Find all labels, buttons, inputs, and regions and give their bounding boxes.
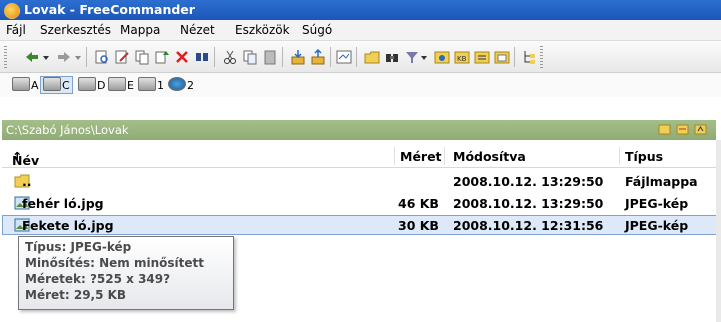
file-modified: 2008.10.12. 12:31:56 — [453, 218, 604, 233]
paste-icon[interactable] — [242, 49, 258, 65]
toolbar-separator — [356, 47, 357, 67]
column-header-size[interactable]: Méret — [400, 149, 442, 164]
file-row-parent[interactable]: .. 2008.10.12. 13:29:50 Fájlmappa — [2, 171, 716, 191]
ftp-drive-icon — [168, 77, 186, 91]
file-type: JPEG-kép — [625, 218, 689, 233]
file-name: .. — [22, 174, 32, 189]
forward-arrow-icon[interactable] — [56, 49, 72, 65]
favorite-folders-icon[interactable] — [658, 123, 671, 135]
toolbar-grip[interactable] — [540, 46, 543, 68]
edit-icon[interactable] — [114, 49, 130, 65]
hard-drive-icon — [43, 77, 61, 91]
menu-item-tools[interactable]: Eszközök — [235, 23, 290, 37]
unpack-icon[interactable] — [310, 49, 326, 65]
new-folder-icon[interactable] — [364, 49, 380, 65]
drive-button-network-1[interactable]: 1 — [138, 77, 164, 93]
toolbar-separator — [86, 47, 87, 67]
search-icon[interactable] — [384, 49, 400, 65]
compare-icon[interactable] — [336, 49, 352, 65]
file-list-header: Név ↑ Méret Módosítva Típus — [2, 145, 716, 168]
menu-item-folder[interactable]: Mappa — [120, 23, 160, 37]
move-icon[interactable] — [154, 49, 170, 65]
tree-icon[interactable] — [522, 49, 538, 65]
forward-dropdown-icon[interactable] — [74, 49, 82, 65]
tooltip-size: Méret: 29,5 KB — [25, 288, 127, 302]
file-type: JPEG-kép — [625, 196, 689, 211]
delete-icon[interactable] — [174, 49, 190, 65]
folder-size-icon[interactable] — [434, 49, 450, 65]
properties-icon[interactable] — [474, 49, 490, 65]
menu-bar: Fájl Szerkesztés Mappa Nézet Eszközök Sú… — [0, 20, 721, 41]
panel-splitter[interactable] — [716, 140, 721, 322]
view-icon[interactable] — [94, 49, 110, 65]
print-icon[interactable] — [494, 49, 510, 65]
removable-drive-icon — [108, 77, 126, 91]
drive-bar: A C D E 1 2 — [0, 73, 721, 97]
clipboard-icon[interactable] — [262, 49, 278, 65]
drive-button-c[interactable]: C — [40, 76, 73, 94]
column-header-type[interactable]: Típus — [625, 149, 663, 164]
menu-item-help[interactable]: Súgó — [302, 23, 332, 37]
drive-button-a[interactable]: A — [12, 77, 39, 93]
file-name: fehér ló.jpg — [22, 196, 104, 211]
tooltip-type: Típus: JPEG-kép — [25, 240, 132, 254]
kb-icon[interactable]: KB — [454, 49, 470, 65]
drive-button-e[interactable]: E — [108, 77, 134, 93]
svg-text:KB: KB — [457, 55, 467, 63]
column-divider[interactable] — [394, 147, 395, 165]
cut-icon[interactable] — [222, 49, 238, 65]
toolbar-separator — [330, 47, 331, 67]
menu-item-edit[interactable]: Szerkesztés — [40, 23, 111, 37]
file-info-tooltip: Típus: JPEG-kép Minősítés: Nem minősítet… — [18, 236, 234, 310]
file-row[interactable]: fehér ló.jpg 46 KB 2008.10.12. 13:29:50 … — [2, 193, 716, 213]
file-row-selected[interactable]: Fekete ló.jpg 30 KB 2008.10.12. 12:31:56… — [2, 215, 718, 235]
column-divider[interactable] — [619, 147, 620, 165]
toolbar-separator — [514, 47, 515, 67]
column-divider[interactable] — [444, 147, 445, 165]
file-size: 30 KB — [398, 218, 439, 233]
dropdown-icon[interactable] — [420, 49, 428, 65]
find-icon[interactable] — [194, 49, 210, 65]
menu-item-file[interactable]: Fájl — [6, 23, 26, 37]
tooltip-rating: Minősítés: Nem minősített — [25, 256, 204, 270]
current-path[interactable]: C:\Szabó János\Lovak — [6, 123, 129, 137]
title-bar: Lovak - FreeCommander — [0, 0, 721, 20]
file-size: 46 KB — [398, 196, 439, 211]
column-header-name[interactable]: Név ↑ — [12, 149, 39, 168]
back-dropdown-icon[interactable] — [42, 49, 50, 65]
drive-button-d[interactable]: D — [78, 77, 105, 93]
file-modified: 2008.10.12. 13:29:50 — [453, 174, 604, 189]
tooltip-dimensions: Méretek: ?525 x 349? — [25, 272, 171, 286]
floppy-drive-icon — [12, 77, 30, 91]
history-icon[interactable] — [676, 123, 689, 135]
filter-icon[interactable] — [404, 49, 420, 65]
file-modified: 2008.10.12. 13:29:50 — [453, 196, 604, 211]
toolbar-separator — [214, 47, 215, 67]
network-drive-icon — [138, 77, 156, 91]
column-header-modified[interactable]: Módosítva — [453, 149, 526, 164]
back-arrow-icon[interactable] — [24, 49, 40, 65]
menu-item-view[interactable]: Nézet — [180, 23, 215, 37]
toolbar: KB — [0, 41, 721, 73]
app-icon — [4, 3, 20, 19]
drive-button-ftp-2[interactable]: 2 — [168, 77, 194, 93]
toolbar-separator — [282, 47, 283, 67]
toolbar-grip[interactable] — [4, 46, 7, 68]
parent-folder-icon[interactable] — [694, 123, 707, 135]
pack-icon[interactable] — [290, 49, 306, 65]
file-name: Fekete ló.jpg — [22, 218, 114, 233]
copy-icon[interactable] — [134, 49, 150, 65]
file-type: Fájlmappa — [625, 174, 698, 189]
cd-drive-icon — [78, 77, 96, 91]
window-title: Lovak - FreeCommander — [24, 2, 195, 17]
path-bar: C:\Szabó János\Lovak — [2, 120, 716, 140]
